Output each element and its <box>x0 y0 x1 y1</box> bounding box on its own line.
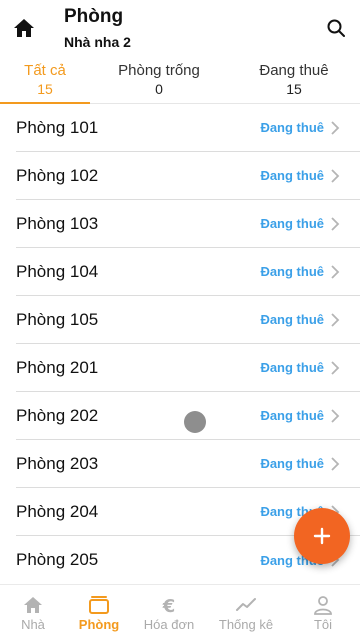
room-row[interactable]: Phòng 105 Đang thuê <box>16 296 360 344</box>
room-row[interactable]: Phòng 102 Đang thuê <box>16 152 360 200</box>
nav-room[interactable]: Phòng <box>66 585 132 640</box>
header-titles: Phòng Nhà nha 2 <box>64 6 131 50</box>
page-title: Phòng <box>64 6 124 27</box>
app-header: Phòng Nhà nha 2 <box>0 0 360 56</box>
filter-tabs: Tất cả 15 Phòng trống 0 Đang thuê 15 <box>0 58 360 104</box>
nav-home[interactable]: Nhà <box>0 585 66 640</box>
touch-indicator <box>184 411 206 433</box>
tab-rented-count: 15 <box>286 81 302 97</box>
svg-text:€: € <box>162 596 176 615</box>
nav-stats[interactable]: Thống kê <box>206 585 286 640</box>
room-status: Đang thuê <box>260 408 324 423</box>
tab-all[interactable]: Tất cả 15 <box>0 58 90 104</box>
room-status: Đang thuê <box>260 456 324 471</box>
chevron-right-icon <box>331 121 340 135</box>
nav-room-label: Phòng <box>78 617 120 632</box>
room-name: Phòng 101 <box>16 117 99 137</box>
plus-icon <box>313 527 331 545</box>
room-status: Đang thuê <box>260 216 324 231</box>
chart-icon <box>236 598 256 611</box>
tab-all-count: 15 <box>37 81 53 97</box>
home-icon <box>24 597 42 613</box>
nav-profile-label: Tôi <box>313 617 333 632</box>
search-button[interactable] <box>324 16 348 40</box>
room-status: Đang thuê <box>260 168 324 183</box>
room-name: Phòng 201 <box>16 357 99 377</box>
tab-vacant[interactable]: Phòng trống 0 <box>90 58 228 103</box>
nav-invoice-label: Hóa đơn <box>143 617 195 632</box>
nav-invoice[interactable]: € Hóa đơn <box>132 585 206 640</box>
chevron-right-icon <box>331 361 340 375</box>
room-name: Phòng 204 <box>16 501 99 521</box>
room-status: Đang thuê <box>260 264 324 279</box>
room-name: Phòng 205 <box>16 550 99 569</box>
tab-vacant-label: Phòng trống <box>118 62 200 79</box>
room-row[interactable]: Phòng 101 Đang thuê <box>16 104 360 152</box>
room-status: Đang thuê <box>260 360 324 375</box>
nav-home-label: Nhà <box>21 617 45 632</box>
room-name: Phòng 202 <box>16 405 99 425</box>
chevron-right-icon <box>331 169 340 183</box>
room-icon <box>89 596 109 614</box>
chevron-right-icon <box>331 217 340 231</box>
tab-vacant-count: 0 <box>155 81 163 97</box>
search-icon <box>327 19 345 37</box>
room-status: Đang thuê <box>260 312 324 327</box>
room-name: Phòng 203 <box>16 453 99 473</box>
room-name: Phòng 102 <box>16 165 99 185</box>
building-name: Nhà nha 2 <box>64 34 131 50</box>
tab-rented[interactable]: Đang thuê 15 <box>228 58 360 103</box>
room-row[interactable]: Phòng 104 Đang thuê <box>16 248 360 296</box>
home-button[interactable] <box>10 14 38 42</box>
tab-all-label: Tất cả <box>24 62 66 79</box>
home-icon <box>14 19 34 37</box>
chevron-right-icon <box>331 409 340 423</box>
room-row[interactable]: Phòng 203 Đang thuê <box>16 440 360 488</box>
room-row[interactable]: Phòng 201 Đang thuê <box>16 344 360 392</box>
room-name: Phòng 105 <box>16 309 99 329</box>
chevron-right-icon <box>331 313 340 327</box>
nav-stats-label: Thống kê <box>218 617 274 632</box>
chevron-right-icon <box>331 457 340 471</box>
user-icon <box>314 596 332 615</box>
room-name: Phòng 104 <box>16 261 99 281</box>
room-name: Phòng 103 <box>16 213 99 233</box>
nav-profile[interactable]: Tôi <box>286 585 360 640</box>
room-row[interactable]: Phòng 103 Đang thuê <box>16 200 360 248</box>
room-status: Đang thuê <box>260 120 324 135</box>
euro-icon: € <box>162 596 176 615</box>
add-room-button[interactable] <box>294 508 350 564</box>
chevron-right-icon <box>331 265 340 279</box>
tab-rented-label: Đang thuê <box>259 62 329 79</box>
bottom-navigation: Nhà Phòng € Hóa đơn Thống kê Tôi <box>0 584 360 640</box>
